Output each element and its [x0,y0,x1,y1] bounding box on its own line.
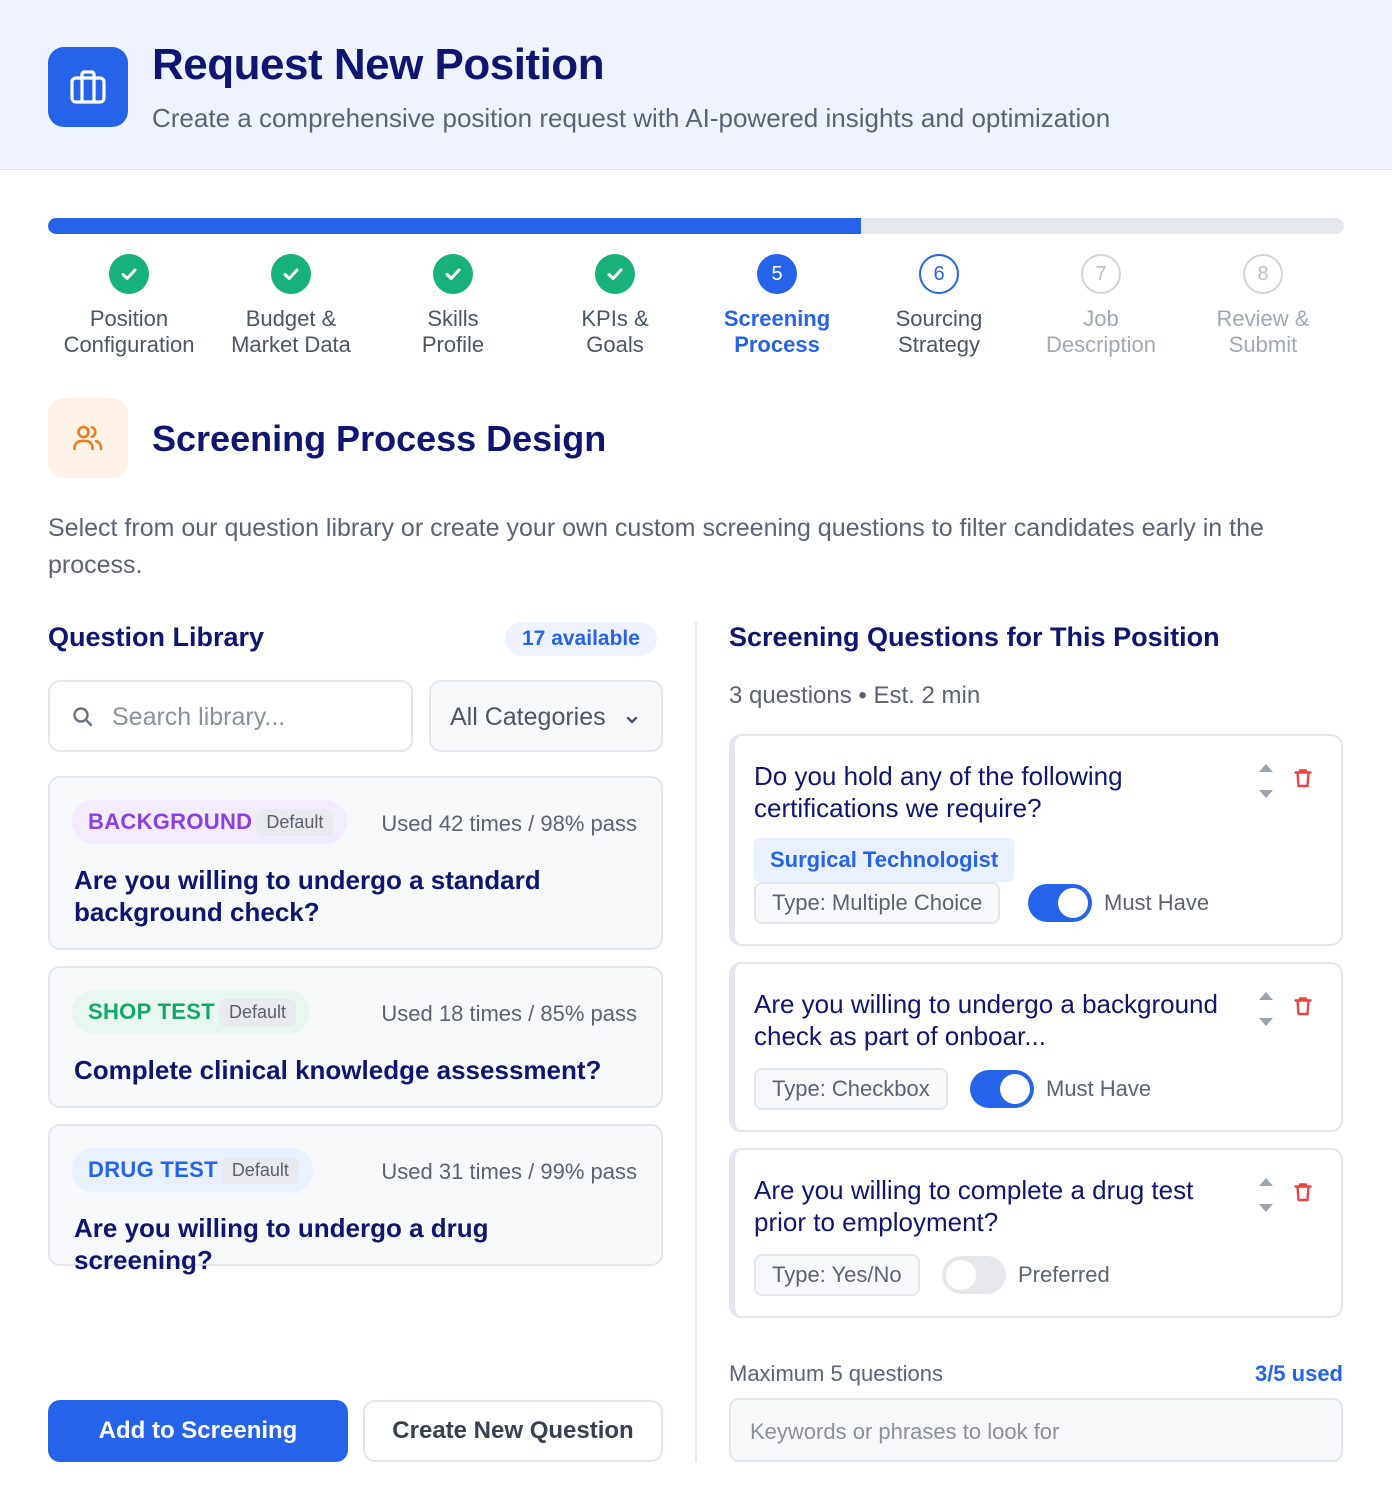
search-icon [72,706,94,733]
reorder-arrows-icon [1259,764,1273,798]
library-question: Are you willing to undergo a drug screen… [74,1213,489,1275]
category-tag: DRUG TEST Default [72,1148,313,1192]
step-job-description[interactable]: 7 Job Description [1020,252,1182,358]
chevron-down-icon [625,712,639,730]
library-search-input[interactable]: Search library... [48,680,413,752]
screening-question-card[interactable]: Do you hold any of the following certifi… [729,734,1343,946]
step-label: Sourcing Strategy [895,306,983,357]
check-icon [271,254,311,294]
category-tag: BACKGROUND Default [72,800,348,844]
section-title: Screening Process Design [152,418,607,459]
reorder-control[interactable] [1256,988,1276,1035]
step-label: Budget & Market Data [231,306,351,357]
library-card-drug-test[interactable]: DRUG TEST Default Used 31 times / 99% pa… [48,1124,663,1275]
trash-icon[interactable] [1294,996,1312,1021]
keywords-placeholder: Keywords or phrases to look for [750,1419,1060,1444]
step-label: Screening Process [723,306,831,357]
screening-title: Screening Questions for This Position [729,622,1220,652]
keywords-input[interactable]: Keywords or phrases to look for [729,1398,1343,1462]
check-icon [433,254,473,294]
preferred-toggle[interactable] [942,1256,1006,1294]
toggle-label: Preferred [1018,1262,1110,1287]
step-position-configuration[interactable]: Position Configuration [48,252,210,358]
step-number: 6 [919,254,959,294]
step-label: KPIs & Goals [581,306,649,357]
must-have-toggle[interactable] [1028,884,1092,922]
question-type-chip: Type: Multiple Choice [754,882,1001,924]
check-icon [109,254,149,294]
reorder-arrows-icon [1259,1178,1273,1212]
screening-meta: 3 questions • Est. 2 min [729,682,981,709]
question-text: Are you willing to undergo a background … [754,989,1218,1051]
category-tag: SHOP TEST Default [72,990,311,1034]
step-review-submit[interactable]: 8 Review & Submit [1182,252,1344,358]
trash-icon[interactable] [1294,768,1312,793]
page-subtitle: Create a comprehensive position request … [152,103,1111,133]
reorder-control[interactable] [1256,1174,1276,1221]
default-badge: Default [219,998,297,1026]
toggle-label: Must Have [1046,1076,1152,1101]
step-number: 7 [1081,254,1121,294]
reorder-control[interactable] [1256,760,1276,807]
users-icon [48,398,128,478]
step-label: Job Description [1045,306,1157,357]
section-description: Select from our question library or crea… [48,514,1264,579]
trash-icon[interactable] [1294,1182,1312,1207]
add-to-screening-button[interactable]: Add to Screening [48,1400,348,1462]
step-label: Skills Profile [421,306,485,357]
step-sourcing-strategy[interactable]: 6 Sourcing Strategy [858,252,1020,358]
stepper: Position Configuration Budget & Market Dat… [48,252,1344,372]
progress-bar [48,218,1344,234]
usage-stats: Used 42 times / 98% pass [381,811,637,836]
step-number: 5 [757,254,797,294]
briefcase-icon [48,47,128,127]
reorder-arrows-icon [1259,992,1273,1026]
library-title: Question Library [48,622,265,652]
usage-stats: Used 31 times / 99% pass [381,1159,637,1184]
step-number: 8 [1243,254,1283,294]
default-badge: Default [256,808,334,836]
page-title: Request New Position [152,40,605,89]
questions-used-count: 3/5 used [1254,1361,1343,1386]
question-text: Are you willing to complete a drug test … [754,1175,1194,1237]
progress-bar-fill [48,218,861,234]
certification-chip[interactable]: Surgical Technologist [754,838,1015,882]
question-type-chip: Type: Checkbox [754,1068,948,1110]
must-have-toggle[interactable] [970,1070,1034,1108]
library-card-background[interactable]: BACKGROUND Default Used 42 times / 98% p… [48,776,663,950]
page-header: Request New Position Create a comprehens… [0,0,1392,170]
category-select-value: All Categories [450,703,606,731]
toggle-label: Must Have [1104,890,1210,915]
question-type-chip: Type: Yes/No [754,1254,920,1296]
check-icon [595,254,635,294]
question-text: Do you hold any of the following certifi… [754,761,1123,823]
screening-question-card[interactable]: Are you willing to undergo a background … [729,962,1343,1132]
library-question: Are you willing to undergo a standard ba… [74,865,541,927]
step-label: Position Configuration [63,306,195,357]
usage-stats: Used 18 times / 85% pass [381,1001,637,1026]
max-questions-label: Maximum 5 questions [729,1361,943,1386]
step-screening-process[interactable]: 5 Screening Process [696,252,858,358]
step-kpis-goals[interactable]: KPIs & Goals [534,252,696,358]
step-label: Review & Submit [1216,306,1310,357]
category-select[interactable]: All Categories [429,680,663,752]
step-skills-profile[interactable]: Skills Profile [372,252,534,358]
step-budget-market-data[interactable]: Budget & Market Data [210,252,372,358]
create-new-question-button[interactable]: Create New Question [363,1400,663,1462]
column-divider [695,622,697,1462]
default-badge: Default [221,1156,299,1184]
search-placeholder: Search library... [112,703,286,731]
library-question: Complete clinical knowledge assessment? [74,1055,602,1085]
library-card-shop-test[interactable]: SHOP TEST Default Used 18 times / 85% pa… [48,966,663,1108]
library-count-badge: 17 available [505,622,657,656]
screening-question-card[interactable]: Are you willing to complete a drug test … [729,1148,1343,1318]
